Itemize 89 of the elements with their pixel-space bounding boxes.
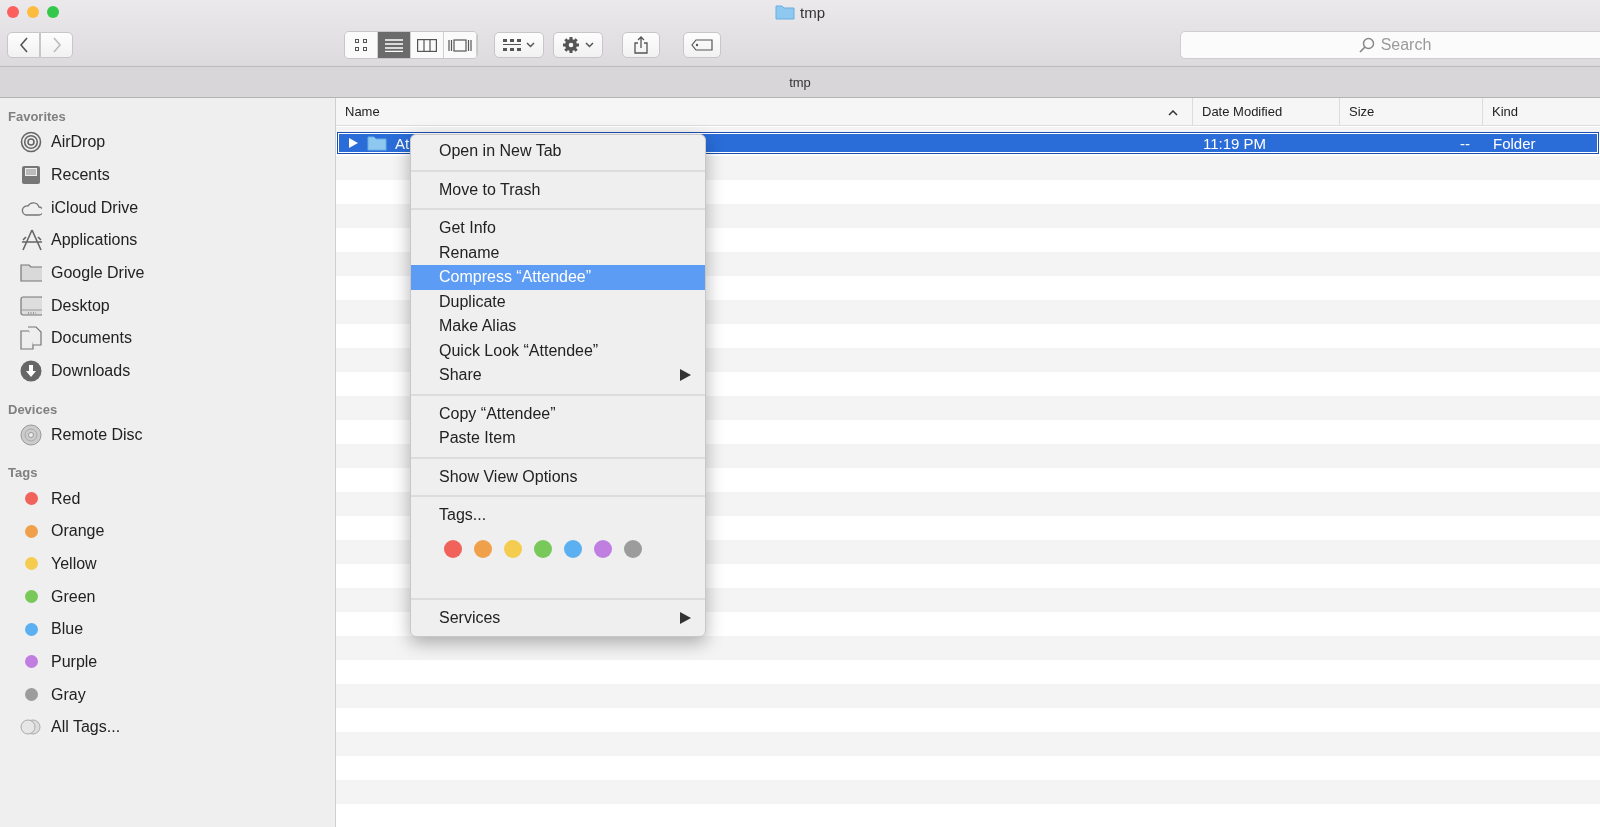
view-mode-button[interactable] [378, 32, 411, 58]
menu-item[interactable]: Services [411, 605, 705, 630]
share-button[interactable] [622, 32, 660, 58]
menu-item[interactable]: Move to Trash [411, 177, 705, 202]
window-title: tmp [800, 3, 825, 21]
disclosure-triangle-icon[interactable] [347, 137, 359, 149]
sidebar-item[interactable]: AirDrop [0, 126, 335, 159]
menu-item[interactable]: Quick Look “Attendee” [411, 338, 705, 363]
column-header[interactable]: Size [1339, 98, 1482, 125]
disc-icon [20, 423, 42, 446]
tag-icon [691, 39, 713, 51]
tag-color-dot[interactable] [444, 539, 462, 558]
tag-button[interactable] [683, 32, 721, 58]
sidebar-item[interactable]: Google Drive [0, 256, 335, 290]
sidebar-item[interactable]: iCloud Drive [0, 191, 335, 225]
sidebar-item[interactable]: Remote Disc [0, 418, 335, 452]
menu-item[interactable]: Get Info [411, 216, 705, 241]
menu-item[interactable]: Duplicate [411, 289, 705, 314]
icon-view-icon [355, 39, 367, 51]
recents-icon [20, 164, 42, 187]
chevron-right-icon [51, 37, 62, 53]
date-modified: 11:19 PM [1202, 134, 1268, 152]
menu-item[interactable]: Tags... [411, 503, 705, 528]
zoom-button[interactable] [47, 6, 59, 18]
desktop-icon [20, 295, 42, 316]
file-size: -- [1459, 134, 1471, 152]
sidebar-item[interactable]: Applications [0, 224, 335, 257]
submenu-arrow-icon [680, 611, 691, 624]
column-view-icon [417, 38, 437, 52]
column-header[interactable]: Date Modified [1192, 98, 1339, 125]
grid-icon [503, 39, 521, 51]
sidebar-item[interactable]: Red [0, 482, 335, 515]
airdrop-icon [20, 131, 42, 154]
menu-item[interactable]: Rename [411, 240, 705, 265]
gear-icon [562, 36, 580, 54]
tag-color-dot[interactable] [504, 539, 522, 558]
sidebar-heading: Devices [7, 400, 59, 419]
tag-color-dot[interactable] [474, 539, 492, 558]
tag-color-dot[interactable] [624, 539, 642, 558]
menu-item[interactable]: Paste Item [411, 426, 705, 451]
sidebar-item[interactable]: Yellow [0, 547, 335, 581]
sidebar-item[interactable]: Downloads [0, 354, 335, 388]
view-mode-button[interactable] [444, 32, 477, 58]
sidebar-heading: Tags [7, 464, 39, 483]
close-button[interactable] [7, 6, 19, 18]
sort-caret-icon [1168, 110, 1178, 116]
tag-color-dot[interactable] [564, 539, 582, 558]
search-icon [1358, 37, 1375, 53]
tags-icon [20, 719, 42, 736]
menu-item[interactable]: Make Alias [411, 314, 705, 339]
folder-icon [775, 4, 795, 20]
view-mode-control[interactable] [344, 31, 478, 59]
documents-icon [20, 326, 42, 351]
arrange-button[interactable] [494, 32, 544, 58]
sidebar-heading: Favorites [7, 108, 67, 126]
sidebar-item[interactable]: All Tags... [0, 711, 335, 744]
gallery-view-icon [448, 38, 472, 52]
download-icon [20, 360, 42, 383]
applications-icon [20, 229, 42, 252]
submenu-arrow-icon [680, 369, 691, 382]
settings-button[interactable] [553, 32, 603, 58]
menu-item[interactable]: Share [411, 363, 705, 388]
menu-item[interactable]: Show View Options [411, 464, 705, 489]
list-view-icon [385, 38, 403, 52]
folder-icon [367, 135, 387, 151]
sidebar-item[interactable]: Gray [0, 678, 335, 711]
view-mode-button[interactable] [345, 32, 378, 58]
sidebar-item[interactable]: Green [0, 580, 335, 613]
sidebar-item[interactable]: Desktop [0, 289, 335, 323]
view-mode-button[interactable] [411, 32, 444, 58]
tag-color-dot[interactable] [594, 539, 612, 558]
sidebar-item[interactable]: Purple [0, 645, 335, 679]
file-name: At [395, 134, 410, 152]
column-header[interactable]: Name [336, 98, 1192, 125]
caret-icon [526, 42, 535, 48]
share-icon [634, 36, 648, 54]
caret-icon [585, 42, 594, 48]
tag-color-dot[interactable] [534, 539, 552, 558]
sidebar-item[interactable]: Recents [0, 158, 335, 192]
sidebar-item[interactable]: Documents [0, 322, 335, 355]
folder-icon [20, 264, 42, 283]
file-kind: Folder [1492, 134, 1537, 152]
chevron-left-icon [18, 37, 29, 53]
sidebar-item[interactable]: Orange [0, 514, 335, 548]
path-bar-title: tmp [789, 74, 811, 90]
sidebar-item[interactable]: Blue [0, 612, 335, 646]
column-header[interactable]: Kind [1482, 98, 1600, 125]
menu-item[interactable]: Copy “Attendee” [411, 401, 705, 426]
back-button[interactable] [7, 32, 40, 58]
